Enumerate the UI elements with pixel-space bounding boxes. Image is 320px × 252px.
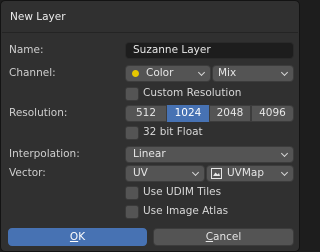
chevron-down-icon: [282, 151, 288, 157]
name-label: Name:: [9, 44, 44, 56]
resolution-label: Resolution:: [9, 107, 68, 119]
new-layer-dialog: New Layer Name: Suzanne Layer Channel: C…: [0, 0, 300, 252]
dialog-title: New Layer: [10, 11, 66, 23]
chevron-down-icon: [199, 70, 205, 76]
custom-resolution-label: Custom Resolution: [143, 87, 242, 99]
blend-mode-dropdown[interactable]: Mix: [212, 65, 294, 82]
dialog-titlebar[interactable]: New Layer: [2, 2, 298, 33]
interpolation-value: Linear: [133, 148, 166, 160]
resolution-option-512[interactable]: 512: [125, 105, 167, 122]
checkbox-icon: [125, 205, 139, 219]
color-channel-dot-icon: [132, 70, 139, 77]
checkbox-icon: [125, 87, 139, 101]
use-udim-label: Use UDIM Tiles: [143, 186, 222, 198]
name-input[interactable]: Suzanne Layer: [125, 42, 294, 59]
checkbox-icon: [125, 186, 139, 200]
ok-label: K: [78, 231, 86, 243]
use-udim-checkbox[interactable]: Use UDIM Tiles: [125, 186, 245, 200]
uv-map-icon: [211, 168, 222, 179]
chevron-down-icon: [282, 70, 288, 76]
chevron-down-icon: [193, 170, 199, 176]
use-atlas-label: Use Image Atlas: [143, 205, 229, 217]
float32-checkbox[interactable]: 32 bit Float: [125, 126, 245, 140]
resolution-option-1024[interactable]: 1024: [167, 105, 209, 122]
name-input-value: Suzanne Layer: [133, 44, 211, 56]
channel-label: Channel:: [9, 67, 56, 79]
custom-resolution-checkbox[interactable]: Custom Resolution: [125, 87, 285, 101]
resolution-option-4096[interactable]: 4096: [251, 105, 294, 122]
cancel-hotkey-letter: C: [205, 231, 214, 243]
interpolation-label: Interpolation:: [9, 148, 80, 160]
float32-label: 32 bit Float: [143, 126, 203, 138]
cancel-label: ancel: [213, 231, 242, 243]
chevron-down-icon: [282, 170, 288, 176]
resolution-option-2048[interactable]: 2048: [209, 105, 251, 122]
checkbox-icon: [125, 126, 139, 140]
vector-value: UV: [133, 167, 148, 179]
ok-button[interactable]: OK: [8, 228, 147, 246]
ok-hotkey-letter: O: [69, 231, 79, 243]
channel-dropdown[interactable]: Color: [125, 65, 211, 82]
vector-label: Vector:: [9, 167, 46, 179]
interpolation-dropdown[interactable]: Linear: [125, 146, 294, 163]
channel-dropdown-value: Color: [146, 67, 174, 79]
resolution-option-label: 1024: [174, 107, 202, 119]
use-atlas-checkbox[interactable]: Use Image Atlas: [125, 205, 245, 219]
vector-dropdown[interactable]: UV: [125, 165, 205, 182]
blend-mode-value: Mix: [218, 67, 237, 79]
cancel-button[interactable]: Cancel: [153, 228, 294, 246]
uv-map-value: UVMap: [227, 167, 265, 179]
resolution-option-label: 2048: [216, 107, 244, 119]
resolution-option-label: 512: [135, 107, 157, 119]
uv-map-dropdown[interactable]: UVMap: [206, 165, 294, 182]
resolution-option-label: 4096: [259, 107, 286, 119]
